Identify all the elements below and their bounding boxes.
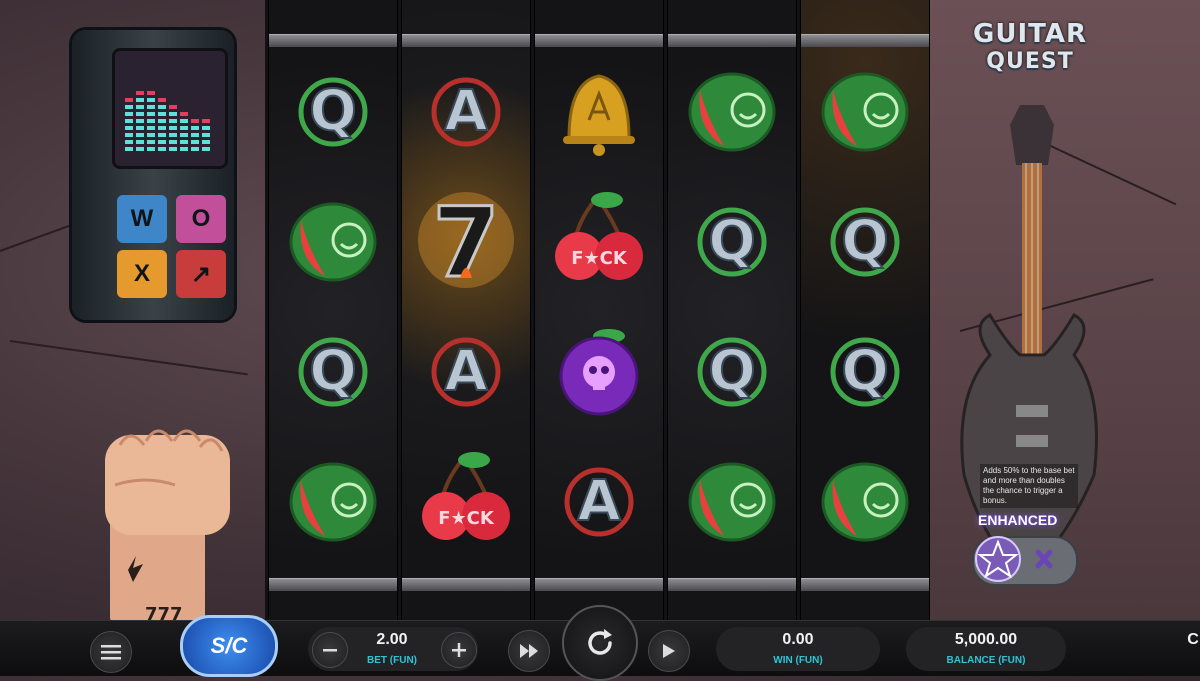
hamburger-icon bbox=[101, 645, 121, 660]
autoplay-button[interactable] bbox=[648, 630, 690, 672]
reel-area: Q Q A 7 A F★CK F★CK A Q Q Q Q bbox=[265, 0, 930, 620]
cherry-symbol-icon: F★CK bbox=[416, 450, 516, 550]
game-logo: GUITAR QUEST bbox=[970, 20, 1090, 76]
control-bar: S/C 2.00 BET (FUN) 0.00 WIN (FUN) 5,000.… bbox=[0, 605, 1200, 681]
bet-value: 2.00 bbox=[376, 631, 408, 648]
svg-text:Q: Q bbox=[309, 339, 357, 404]
win-label: WIN (FUN) bbox=[773, 655, 823, 666]
play-icon bbox=[663, 644, 675, 658]
q-symbol-icon: Q bbox=[283, 320, 383, 420]
reel-rail-top bbox=[269, 34, 397, 47]
plus-icon bbox=[452, 643, 466, 657]
reel-rail-bottom bbox=[402, 578, 530, 591]
watermelon-symbol-icon bbox=[283, 190, 383, 290]
logo-line2: QUEST bbox=[986, 49, 1074, 74]
sc-button[interactable]: S/C bbox=[180, 615, 278, 677]
sc-label: S/C bbox=[210, 633, 248, 658]
enhanced-toggle[interactable] bbox=[972, 536, 1078, 586]
svg-text:F★CK: F★CK bbox=[571, 248, 628, 269]
equalizer-icon bbox=[125, 91, 210, 151]
equalizer-screen bbox=[112, 48, 228, 169]
pad-w: W bbox=[117, 195, 167, 243]
pad-arrow: ↗ bbox=[176, 250, 226, 298]
sound-device: W O X ↗ bbox=[72, 30, 234, 320]
reel-rail-top bbox=[535, 34, 663, 47]
watermelon-symbol-icon bbox=[283, 450, 383, 550]
bet-label: BET (FUN) bbox=[367, 655, 417, 666]
edge-text: C bbox=[1187, 631, 1199, 648]
svg-text:A: A bbox=[577, 469, 621, 534]
a-symbol-icon: A bbox=[416, 320, 516, 420]
reel-rail-bottom bbox=[668, 578, 796, 591]
reel-rail-bottom bbox=[801, 578, 929, 591]
reel-rail-top bbox=[801, 34, 929, 47]
reel-rail-top bbox=[668, 34, 796, 47]
turbo-button[interactable] bbox=[508, 630, 550, 672]
svg-text:Q: Q bbox=[841, 339, 889, 404]
seven-symbol-icon: 7 bbox=[416, 186, 516, 301]
bell-symbol-icon bbox=[549, 60, 649, 160]
fast-forward-icon bbox=[520, 644, 538, 658]
enhanced-label: ENHANCED bbox=[978, 512, 1058, 528]
q-symbol-icon: Q bbox=[283, 60, 383, 160]
raised-fist: 777 bbox=[100, 415, 235, 625]
pad-o: O bbox=[176, 195, 226, 243]
q-symbol-icon: Q bbox=[682, 190, 782, 290]
q-symbol-icon: Q bbox=[815, 190, 915, 290]
svg-text:F★CK: F★CK bbox=[438, 508, 495, 529]
wall-crack bbox=[9, 340, 248, 376]
svg-text:A: A bbox=[444, 79, 488, 144]
reel-4: Q Q bbox=[667, 0, 797, 620]
pad-x: X bbox=[117, 250, 167, 298]
a-symbol-icon: A bbox=[549, 450, 649, 550]
minus-icon bbox=[323, 649, 337, 652]
spin-button[interactable] bbox=[562, 605, 638, 681]
win-value: 0.00 bbox=[782, 631, 814, 648]
reel-rail-top bbox=[402, 34, 530, 47]
watermelon-symbol-icon bbox=[682, 60, 782, 160]
cherry-symbol-icon: F★CK bbox=[549, 190, 649, 290]
menu-button[interactable] bbox=[90, 631, 132, 673]
enhanced-tooltip: Adds 50% to the base bet and more than d… bbox=[980, 464, 1078, 508]
reel-2: A 7 A F★CK bbox=[401, 0, 531, 620]
watermelon-symbol-icon bbox=[815, 60, 915, 160]
q-symbol-icon: Q bbox=[682, 320, 782, 420]
plum-symbol-icon bbox=[549, 320, 649, 420]
svg-text:Q: Q bbox=[309, 79, 357, 144]
svg-text:Q: Q bbox=[708, 339, 756, 404]
watermelon-symbol-icon bbox=[815, 450, 915, 550]
reel-rail-bottom bbox=[535, 578, 663, 591]
reel-5: Q Q bbox=[800, 0, 930, 620]
bet-decrease-button[interactable] bbox=[312, 632, 348, 668]
reel-rail-bottom bbox=[269, 578, 397, 591]
refresh-icon bbox=[588, 629, 612, 655]
off-x-icon bbox=[1035, 549, 1053, 569]
balance-label: BALANCE (FUN) bbox=[946, 655, 1026, 666]
reel-1: Q Q bbox=[268, 0, 398, 620]
svg-text:Q: Q bbox=[708, 209, 756, 274]
bet-increase-button[interactable] bbox=[441, 632, 477, 668]
watermelon-symbol-icon bbox=[682, 450, 782, 550]
svg-text:Q: Q bbox=[841, 209, 889, 274]
a-symbol-icon: A bbox=[416, 60, 516, 160]
reel-3: F★CK A bbox=[534, 0, 664, 620]
q-symbol-icon: Q bbox=[815, 320, 915, 420]
balance-value: 5,000.00 bbox=[954, 631, 1018, 648]
logo-line1: GUITAR bbox=[973, 19, 1087, 49]
svg-text:A: A bbox=[444, 339, 488, 404]
